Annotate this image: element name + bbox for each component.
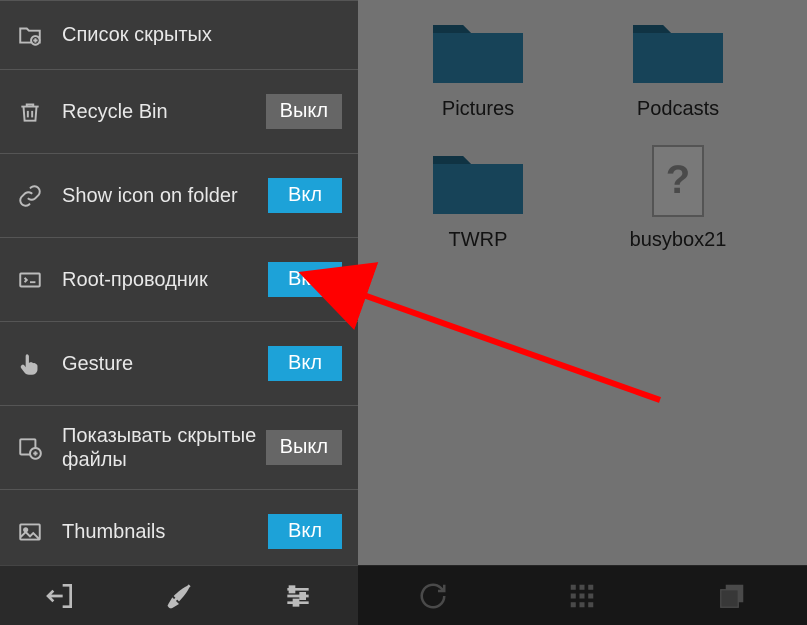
exit-button[interactable] (20, 576, 100, 616)
setting-label: Список скрытых (62, 23, 342, 47)
folder-pictures[interactable]: Pictures (378, 10, 578, 121)
bottom-bar-right (358, 565, 807, 625)
folder-icon (428, 10, 528, 90)
setting-label: Recycle Bin (62, 100, 266, 124)
toggle-show-icon[interactable]: Вкл (268, 178, 342, 213)
bottom-bar-left (0, 565, 358, 625)
setting-label: Показывать скрытые файлы (62, 424, 266, 472)
settings-list: Список скрытых Recycle Bin Выкл Show ico… (0, 0, 358, 565)
grid-view-button[interactable] (532, 576, 632, 616)
windows-button[interactable] (682, 576, 782, 616)
setting-show-icon-on-folder[interactable]: Show icon on folder Вкл (0, 154, 358, 238)
settings-panel: Список скрытых Recycle Bin Выкл Show ico… (0, 0, 358, 625)
folder-icon (628, 10, 728, 90)
brush-button[interactable] (139, 576, 219, 616)
setting-gesture[interactable]: Gesture Вкл (0, 322, 358, 406)
folder-icon (428, 141, 528, 221)
setting-hidden-list[interactable]: Список скрытых (0, 0, 358, 70)
toggle-recycle-bin[interactable]: Выкл (266, 94, 342, 129)
file-grid: Pictures Podcasts TWRP ? busybox21 (358, 0, 807, 282)
file-label: Pictures (442, 98, 514, 121)
thumbnails-icon (16, 518, 44, 546)
setting-label: Gesture (62, 352, 268, 376)
file-label: Podcasts (637, 98, 719, 121)
hidden-files-icon (16, 434, 44, 462)
link-icon (16, 182, 44, 210)
file-busybox21[interactable]: ? busybox21 (578, 141, 778, 252)
toggle-gesture[interactable]: Вкл (268, 346, 342, 381)
setting-show-hidden-files[interactable]: Показывать скрытые файлы Выкл (0, 406, 358, 490)
gesture-icon (16, 350, 44, 378)
unknown-file-icon: ? (628, 141, 728, 221)
toggle-root-explorer[interactable]: Вкл (268, 262, 342, 297)
setting-label: Show icon on folder (62, 184, 268, 208)
folder-twrp[interactable]: TWRP (378, 141, 578, 252)
setting-thumbnails[interactable]: Thumbnails Вкл (0, 490, 358, 565)
sliders-button[interactable] (258, 576, 338, 616)
folder-plus-icon (16, 21, 44, 49)
svg-text:?: ? (666, 158, 690, 202)
toggle-hidden-files[interactable]: Выкл (266, 430, 342, 465)
folder-podcasts[interactable]: Podcasts (578, 10, 778, 121)
toggle-thumbnails[interactable]: Вкл (268, 514, 342, 549)
setting-root-explorer[interactable]: Root-проводник Вкл (0, 238, 358, 322)
file-label: TWRP (449, 229, 508, 252)
root-icon (16, 266, 44, 294)
setting-label: Thumbnails (62, 520, 268, 544)
setting-recycle-bin[interactable]: Recycle Bin Выкл (0, 70, 358, 154)
setting-label: Root-проводник (62, 268, 268, 292)
file-panel: Pictures Podcasts TWRP ? busybox21 (358, 0, 807, 625)
trash-icon (16, 98, 44, 126)
file-label: busybox21 (630, 229, 727, 252)
refresh-button[interactable] (383, 576, 483, 616)
